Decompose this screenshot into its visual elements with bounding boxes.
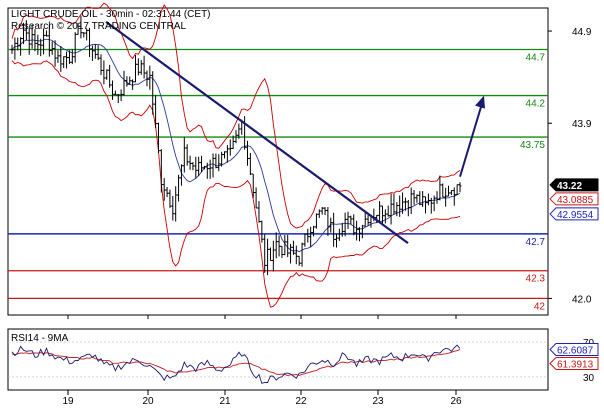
badge-label: 43.0885: [557, 195, 594, 206]
y-tick-label: 42.0: [572, 294, 592, 305]
rsi-badge-61.3913: 61.3913: [549, 357, 599, 371]
badge-label: 42.9554: [557, 210, 594, 221]
x-tick-label: 22: [295, 396, 307, 407]
badge-label: 62.6087: [557, 346, 594, 357]
level-label-44.2: 44.2: [526, 99, 546, 110]
rsi-badge-62.6087: 62.6087: [549, 343, 599, 357]
price-badge-43.0885: 43.0885: [549, 192, 599, 206]
y-tick-label: 43.9: [572, 119, 592, 130]
price-badge-42.9554: 42.9554: [549, 207, 599, 221]
badge-label: 43.22: [557, 181, 582, 192]
rsi-panel-frame: [7, 328, 549, 391]
x-tick-label: 26: [450, 396, 462, 407]
x-tick-label: 21: [219, 396, 231, 407]
badge-label: 61.3913: [557, 360, 594, 371]
level-label-44.7: 44.7: [526, 52, 546, 63]
x-tick-label: 23: [372, 396, 384, 407]
rsi-y-tick-label: 30: [583, 373, 595, 384]
price-badge-43.22: 43.22: [549, 178, 599, 192]
chart-title: LIGHT CRUDE OIL - 30min - 02:31:44 (CET): [11, 9, 211, 20]
x-tick-label: 19: [62, 396, 74, 407]
y-tick-label: 44.9: [572, 27, 592, 38]
price-panel-frame: [7, 7, 549, 316]
rsi-label: RSI14 - 9MA: [11, 333, 69, 344]
level-label-42: 42: [534, 301, 546, 312]
level-label-42.3: 42.3: [526, 274, 546, 285]
copyright-text: Research © 2017 TRADING CENTRAL: [11, 21, 186, 32]
chart-canvas: 44.744.243.7542.742.342 44.943.942.07030…: [7, 2, 599, 407]
level-label-43.75: 43.75: [520, 140, 545, 151]
x-tick-label: 20: [142, 396, 154, 407]
level-label-42.7: 42.7: [526, 237, 546, 248]
